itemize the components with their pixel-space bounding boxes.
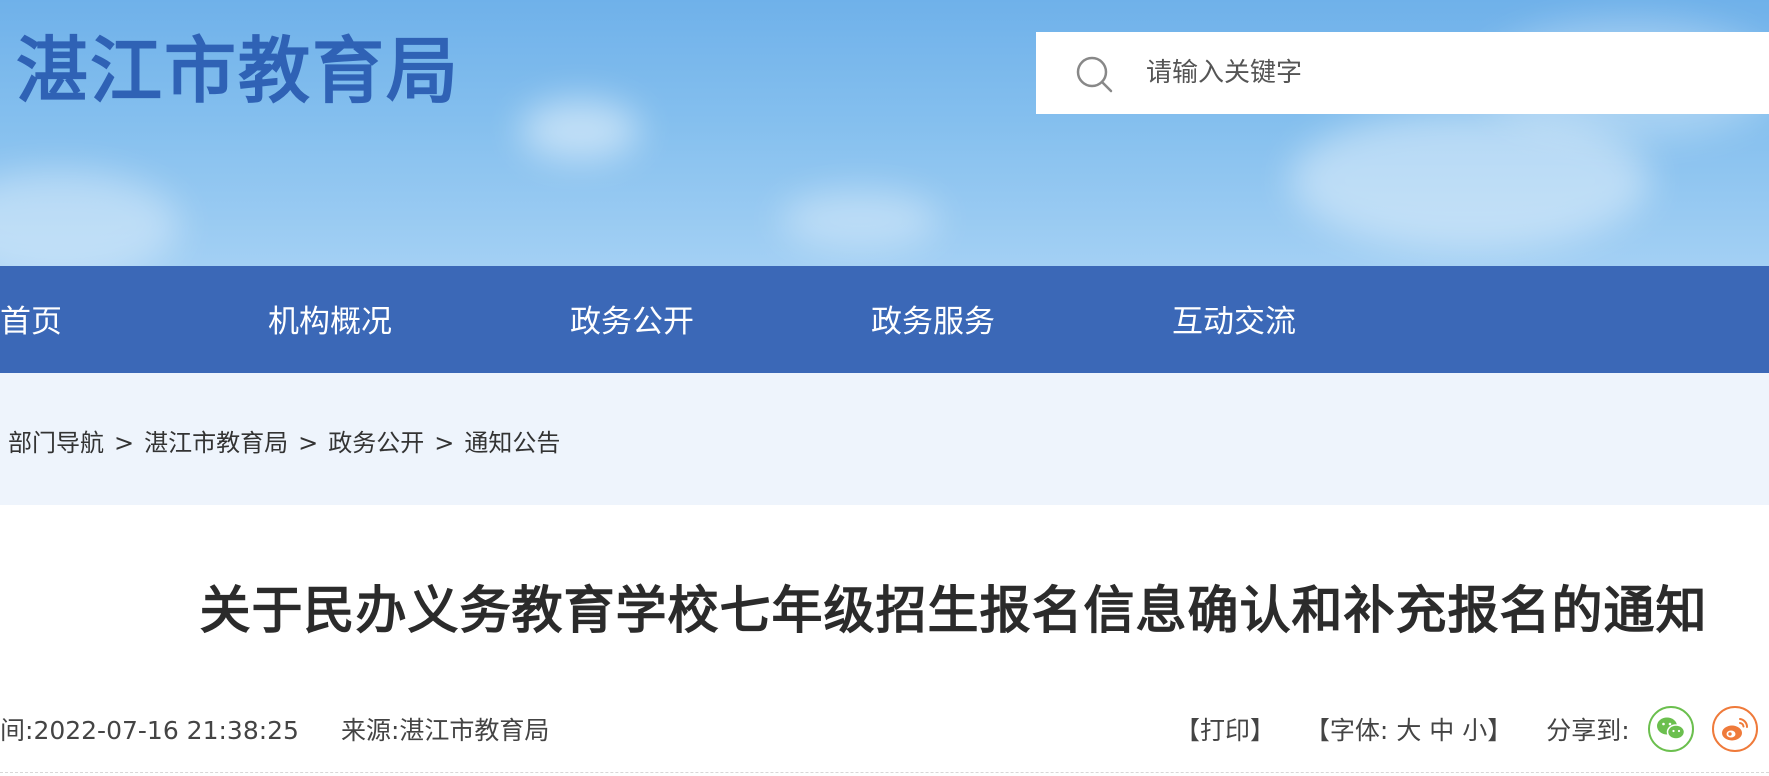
nav-item-organization[interactable]: 机构概况 [268,266,392,373]
share-label: 分享到: [1546,716,1630,745]
header-banner: 湛江市教育局 [0,0,1769,266]
breadcrumb-band: 部门导航 > 湛江市教育局 > 政务公开 > 通知公告 [0,373,1769,505]
publish-time-label: 间: [0,716,34,745]
breadcrumb: 部门导航 > 湛江市教育局 > 政务公开 > 通知公告 [8,373,560,505]
search-icon[interactable] [1074,54,1114,94]
source-label: 来源: [340,716,400,745]
breadcrumb-item-notices[interactable]: 通知公告 [464,429,560,457]
breadcrumb-item-government-affairs[interactable]: 政务公开 [328,429,424,457]
article-tools: 【打印】 【字体: 大 中 小】 分享到: [1175,706,1630,756]
font-size-close: 】 [1487,716,1513,745]
font-medium-button[interactable]: 中 [1429,716,1454,745]
wechat-share-button[interactable] [1648,706,1694,752]
font-size-label: 【字体: [1304,716,1389,745]
page: 湛江市教育局 首页 机构概况 政务公开 政务服务 互动交流 部门导航 > 湛江市教育… [0,0,1769,776]
breadcrumb-item-department-nav[interactable]: 部门导航 [8,429,104,457]
meta-left: 间:2022-07-16 21:38:25 来源:湛江市教育局 [0,706,549,756]
search-input[interactable] [1146,32,1746,114]
weibo-share-button[interactable] [1712,706,1758,752]
font-large-button[interactable]: 大 [1396,716,1421,745]
site-title[interactable]: 湛江市教育局 [16,26,460,116]
breadcrumb-item-bureau[interactable]: 湛江市教育局 [144,429,288,457]
main-nav: 首页 机构概况 政务公开 政务服务 互动交流 [0,266,1769,373]
nav-item-interaction[interactable]: 互动交流 [1172,266,1296,373]
article-title: 关于民办义务教育学校七年级招生报名信息确认和补充报名的通知 [199,582,1708,641]
meta-divider [0,772,1769,773]
article-meta: 间:2022-07-16 21:38:25 来源:湛江市教育局 【打印】 【字体:… [0,706,1769,756]
nav-item-government-affairs[interactable]: 政务公开 [570,266,694,373]
search-box [1036,32,1769,114]
breadcrumb-separator: > [298,429,319,457]
weibo-icon [1722,718,1749,741]
breadcrumb-separator: > [434,429,455,457]
breadcrumb-separator: > [114,429,135,457]
font-small-button[interactable]: 小 [1462,716,1487,745]
publish-time-value: 2022-07-16 21:38:25 [33,716,299,745]
nav-item-home[interactable]: 首页 [0,266,62,373]
print-button[interactable]: 【打印】 [1175,716,1275,745]
source-value: 湛江市教育局 [399,716,550,745]
wechat-icon [1657,717,1686,740]
nav-item-government-services[interactable]: 政务服务 [871,266,995,373]
